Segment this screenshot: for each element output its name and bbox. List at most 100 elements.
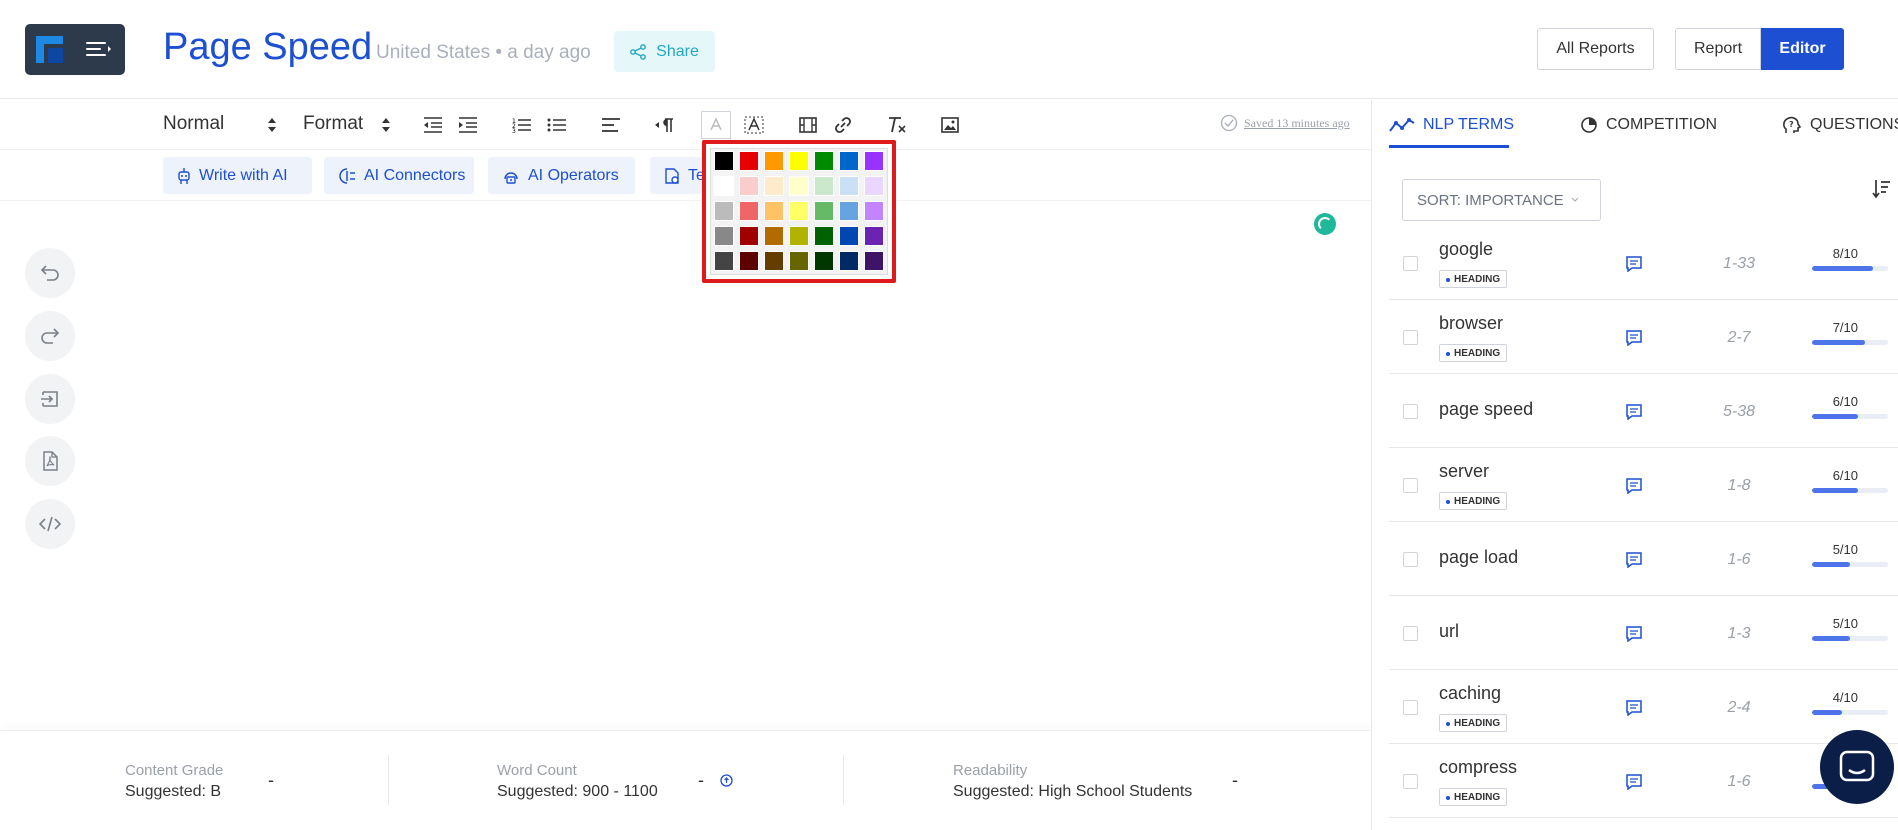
color-swatch[interactable] bbox=[739, 201, 759, 221]
image-icon[interactable] bbox=[938, 113, 962, 137]
color-swatch[interactable] bbox=[739, 151, 759, 171]
color-swatch[interactable] bbox=[764, 176, 784, 196]
color-swatch[interactable] bbox=[764, 201, 784, 221]
text-color-icon[interactable] bbox=[701, 111, 731, 139]
color-swatch[interactable] bbox=[814, 151, 834, 171]
import-button[interactable] bbox=[25, 374, 75, 424]
color-swatch[interactable] bbox=[714, 151, 734, 171]
write-with-ai-button[interactable]: Write with AI bbox=[163, 157, 312, 194]
term-checkbox[interactable] bbox=[1403, 330, 1418, 345]
term-checkbox[interactable] bbox=[1403, 774, 1418, 789]
color-swatch[interactable] bbox=[839, 176, 859, 196]
color-swatch[interactable] bbox=[864, 151, 884, 171]
bullet-list-icon[interactable] bbox=[545, 113, 569, 137]
color-swatch[interactable] bbox=[714, 201, 734, 221]
comment-icon[interactable] bbox=[1625, 404, 1643, 420]
tab-nlp-terms-label: NLP TERMS bbox=[1423, 116, 1514, 133]
report-button[interactable]: Report bbox=[1675, 28, 1761, 70]
comment-icon[interactable] bbox=[1625, 330, 1643, 346]
pie-chart-icon bbox=[1581, 117, 1597, 133]
color-swatch[interactable] bbox=[714, 251, 734, 271]
word-count-info-icon[interactable] bbox=[720, 774, 733, 787]
background-color-icon[interactable] bbox=[742, 113, 766, 137]
comment-icon[interactable] bbox=[1625, 552, 1643, 568]
color-swatch[interactable] bbox=[714, 226, 734, 246]
editor-button[interactable]: Editor bbox=[1761, 28, 1844, 70]
term-checkbox[interactable] bbox=[1403, 552, 1418, 567]
export-pdf-button[interactable] bbox=[25, 436, 75, 486]
paragraph-style-select[interactable]: Normal bbox=[163, 113, 224, 135]
term-checkbox[interactable] bbox=[1403, 626, 1418, 641]
ordered-list-icon[interactable]: 123 bbox=[510, 113, 534, 137]
color-swatch[interactable] bbox=[864, 176, 884, 196]
link-icon[interactable] bbox=[831, 113, 855, 137]
tab-nlp-terms[interactable]: NLP TERMS bbox=[1389, 116, 1514, 134]
indent-icon[interactable] bbox=[456, 113, 480, 137]
color-swatch[interactable] bbox=[714, 176, 734, 196]
all-reports-button[interactable]: All Reports bbox=[1537, 28, 1654, 70]
video-icon[interactable] bbox=[796, 113, 820, 137]
menu-toggle-icon[interactable] bbox=[82, 37, 112, 62]
ai-operators-button[interactable]: AI Operators bbox=[488, 157, 635, 194]
color-swatch[interactable] bbox=[789, 251, 809, 271]
html-code-button[interactable] bbox=[25, 499, 75, 549]
color-swatch[interactable] bbox=[814, 176, 834, 196]
term-row[interactable]: caching HEADING 2-4 4/10 bbox=[1389, 670, 1898, 744]
term-checkbox[interactable] bbox=[1403, 256, 1418, 271]
color-swatch[interactable] bbox=[739, 226, 759, 246]
comment-icon[interactable] bbox=[1625, 774, 1643, 790]
color-swatch[interactable] bbox=[864, 226, 884, 246]
term-checkbox[interactable] bbox=[1403, 478, 1418, 493]
color-swatch[interactable] bbox=[789, 226, 809, 246]
tab-competition[interactable]: COMPETITION bbox=[1580, 116, 1717, 134]
color-swatch[interactable] bbox=[814, 226, 834, 246]
color-swatch[interactable] bbox=[864, 251, 884, 271]
color-swatch[interactable] bbox=[764, 151, 784, 171]
redo-button[interactable] bbox=[25, 311, 75, 361]
term-row[interactable]: browser HEADING 2-7 7/10 bbox=[1389, 300, 1898, 374]
app-logo[interactable] bbox=[25, 24, 125, 75]
comment-icon[interactable] bbox=[1625, 478, 1643, 494]
color-swatch[interactable] bbox=[814, 251, 834, 271]
format-select[interactable]: Format bbox=[303, 113, 363, 135]
color-swatch[interactable] bbox=[839, 226, 859, 246]
ai-connectors-button[interactable]: AI Connectors bbox=[324, 157, 474, 194]
color-swatch[interactable] bbox=[814, 201, 834, 221]
term-range: 1-3 bbox=[1727, 625, 1751, 642]
color-swatch[interactable] bbox=[789, 151, 809, 171]
word-count-suggested: Suggested: 900 - 1100 bbox=[497, 783, 658, 800]
color-swatch[interactable] bbox=[764, 226, 784, 246]
clear-format-icon[interactable] bbox=[885, 113, 909, 137]
comment-icon[interactable] bbox=[1625, 700, 1643, 716]
text-direction-icon[interactable] bbox=[653, 113, 677, 137]
share-button[interactable]: Share bbox=[614, 31, 715, 72]
sort-order-icon[interactable] bbox=[1871, 178, 1891, 200]
color-swatch[interactable] bbox=[739, 176, 759, 196]
color-swatch[interactable] bbox=[739, 251, 759, 271]
color-swatch[interactable] bbox=[789, 176, 809, 196]
comment-icon[interactable] bbox=[1625, 626, 1643, 642]
term-checkbox[interactable] bbox=[1403, 404, 1418, 419]
color-swatch[interactable] bbox=[839, 151, 859, 171]
comment-icon[interactable] bbox=[1625, 256, 1643, 272]
color-swatch[interactable] bbox=[789, 201, 809, 221]
color-swatch[interactable] bbox=[839, 201, 859, 221]
term-row[interactable]: page speed 5-38 6/10 bbox=[1389, 374, 1898, 448]
term-row[interactable]: server HEADING 1-8 6/10 bbox=[1389, 448, 1898, 522]
sort-dropdown[interactable]: SORT: IMPORTANCE bbox=[1402, 179, 1601, 221]
chat-launcher-button[interactable] bbox=[1820, 730, 1894, 804]
term-row[interactable]: page load 1-6 5/10 bbox=[1389, 522, 1898, 596]
term-row[interactable]: google HEADING 1-33 8/10 bbox=[1389, 226, 1898, 300]
color-swatch[interactable] bbox=[764, 251, 784, 271]
tab-questions[interactable]: ? QUESTIONS bbox=[1782, 116, 1898, 134]
heading-badge: HEADING bbox=[1439, 492, 1508, 510]
color-swatch[interactable] bbox=[839, 251, 859, 271]
align-left-icon[interactable] bbox=[599, 113, 623, 137]
color-swatch[interactable] bbox=[864, 201, 884, 221]
outdent-icon[interactable] bbox=[421, 113, 445, 137]
undo-button[interactable] bbox=[25, 248, 75, 298]
term-importance-bar bbox=[1812, 340, 1888, 345]
templates-button[interactable]: Te bbox=[650, 157, 710, 194]
term-checkbox[interactable] bbox=[1403, 700, 1418, 715]
term-row[interactable]: url 1-3 5/10 bbox=[1389, 596, 1898, 670]
